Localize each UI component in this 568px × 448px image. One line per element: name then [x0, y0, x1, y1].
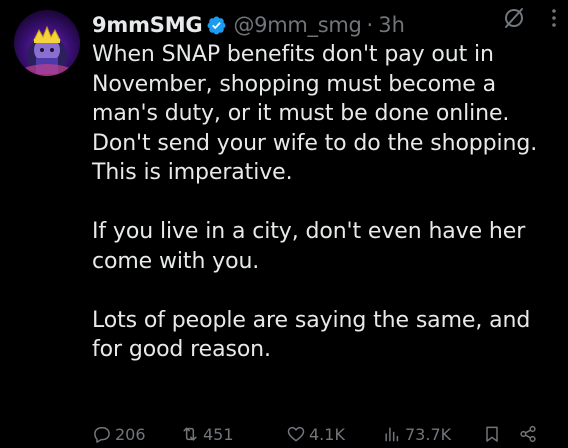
like-button[interactable]: 4.1K: [286, 420, 345, 448]
reply-count: 206: [115, 424, 146, 444]
display-name[interactable]: 9mmSMG: [92, 13, 203, 37]
views-chart-icon: [385, 427, 399, 442]
repost-icon: [183, 427, 197, 441]
avatar-image: [24, 25, 70, 76]
tweet-paragraph: Lots of people are saying the same, and …: [92, 307, 531, 363]
like-count: 4.1K: [309, 424, 345, 444]
separator-dot: ·: [366, 13, 374, 37]
tweet-paragraph: When SNAP benefits don't pay out in Nove…: [92, 42, 538, 185]
views-button[interactable]: 73.7K: [382, 420, 451, 448]
avatar[interactable]: [14, 10, 80, 76]
views-count: 73.7K: [405, 424, 452, 444]
share-button[interactable]: [518, 420, 541, 448]
tweet-header: 9mmSMG @9mm_smg · 3h: [92, 8, 556, 42]
grok-icon[interactable]: [502, 6, 526, 30]
heart-icon: [287, 426, 305, 442]
share-icon: [520, 425, 536, 443]
verified-badge-icon[interactable]: [206, 15, 227, 36]
repost-button[interactable]: 451: [180, 420, 234, 448]
action-bar: 206 451 4.1K 73.7K: [92, 420, 560, 448]
reply-icon: [94, 427, 110, 443]
bookmark-icon: [486, 426, 498, 442]
reply-button[interactable]: 206: [92, 420, 146, 448]
tweet-paragraph: If you live in a city, don't even have h…: [92, 219, 526, 274]
repost-count: 451: [203, 424, 234, 444]
user-handle[interactable]: @9mm_smg: [233, 13, 361, 37]
tweet-text: When SNAP benefits don't pay out in Nove…: [92, 40, 562, 394]
timestamp[interactable]: 3h: [378, 13, 405, 37]
bookmark-button[interactable]: [482, 420, 505, 448]
more-options-icon[interactable]: [542, 6, 566, 30]
